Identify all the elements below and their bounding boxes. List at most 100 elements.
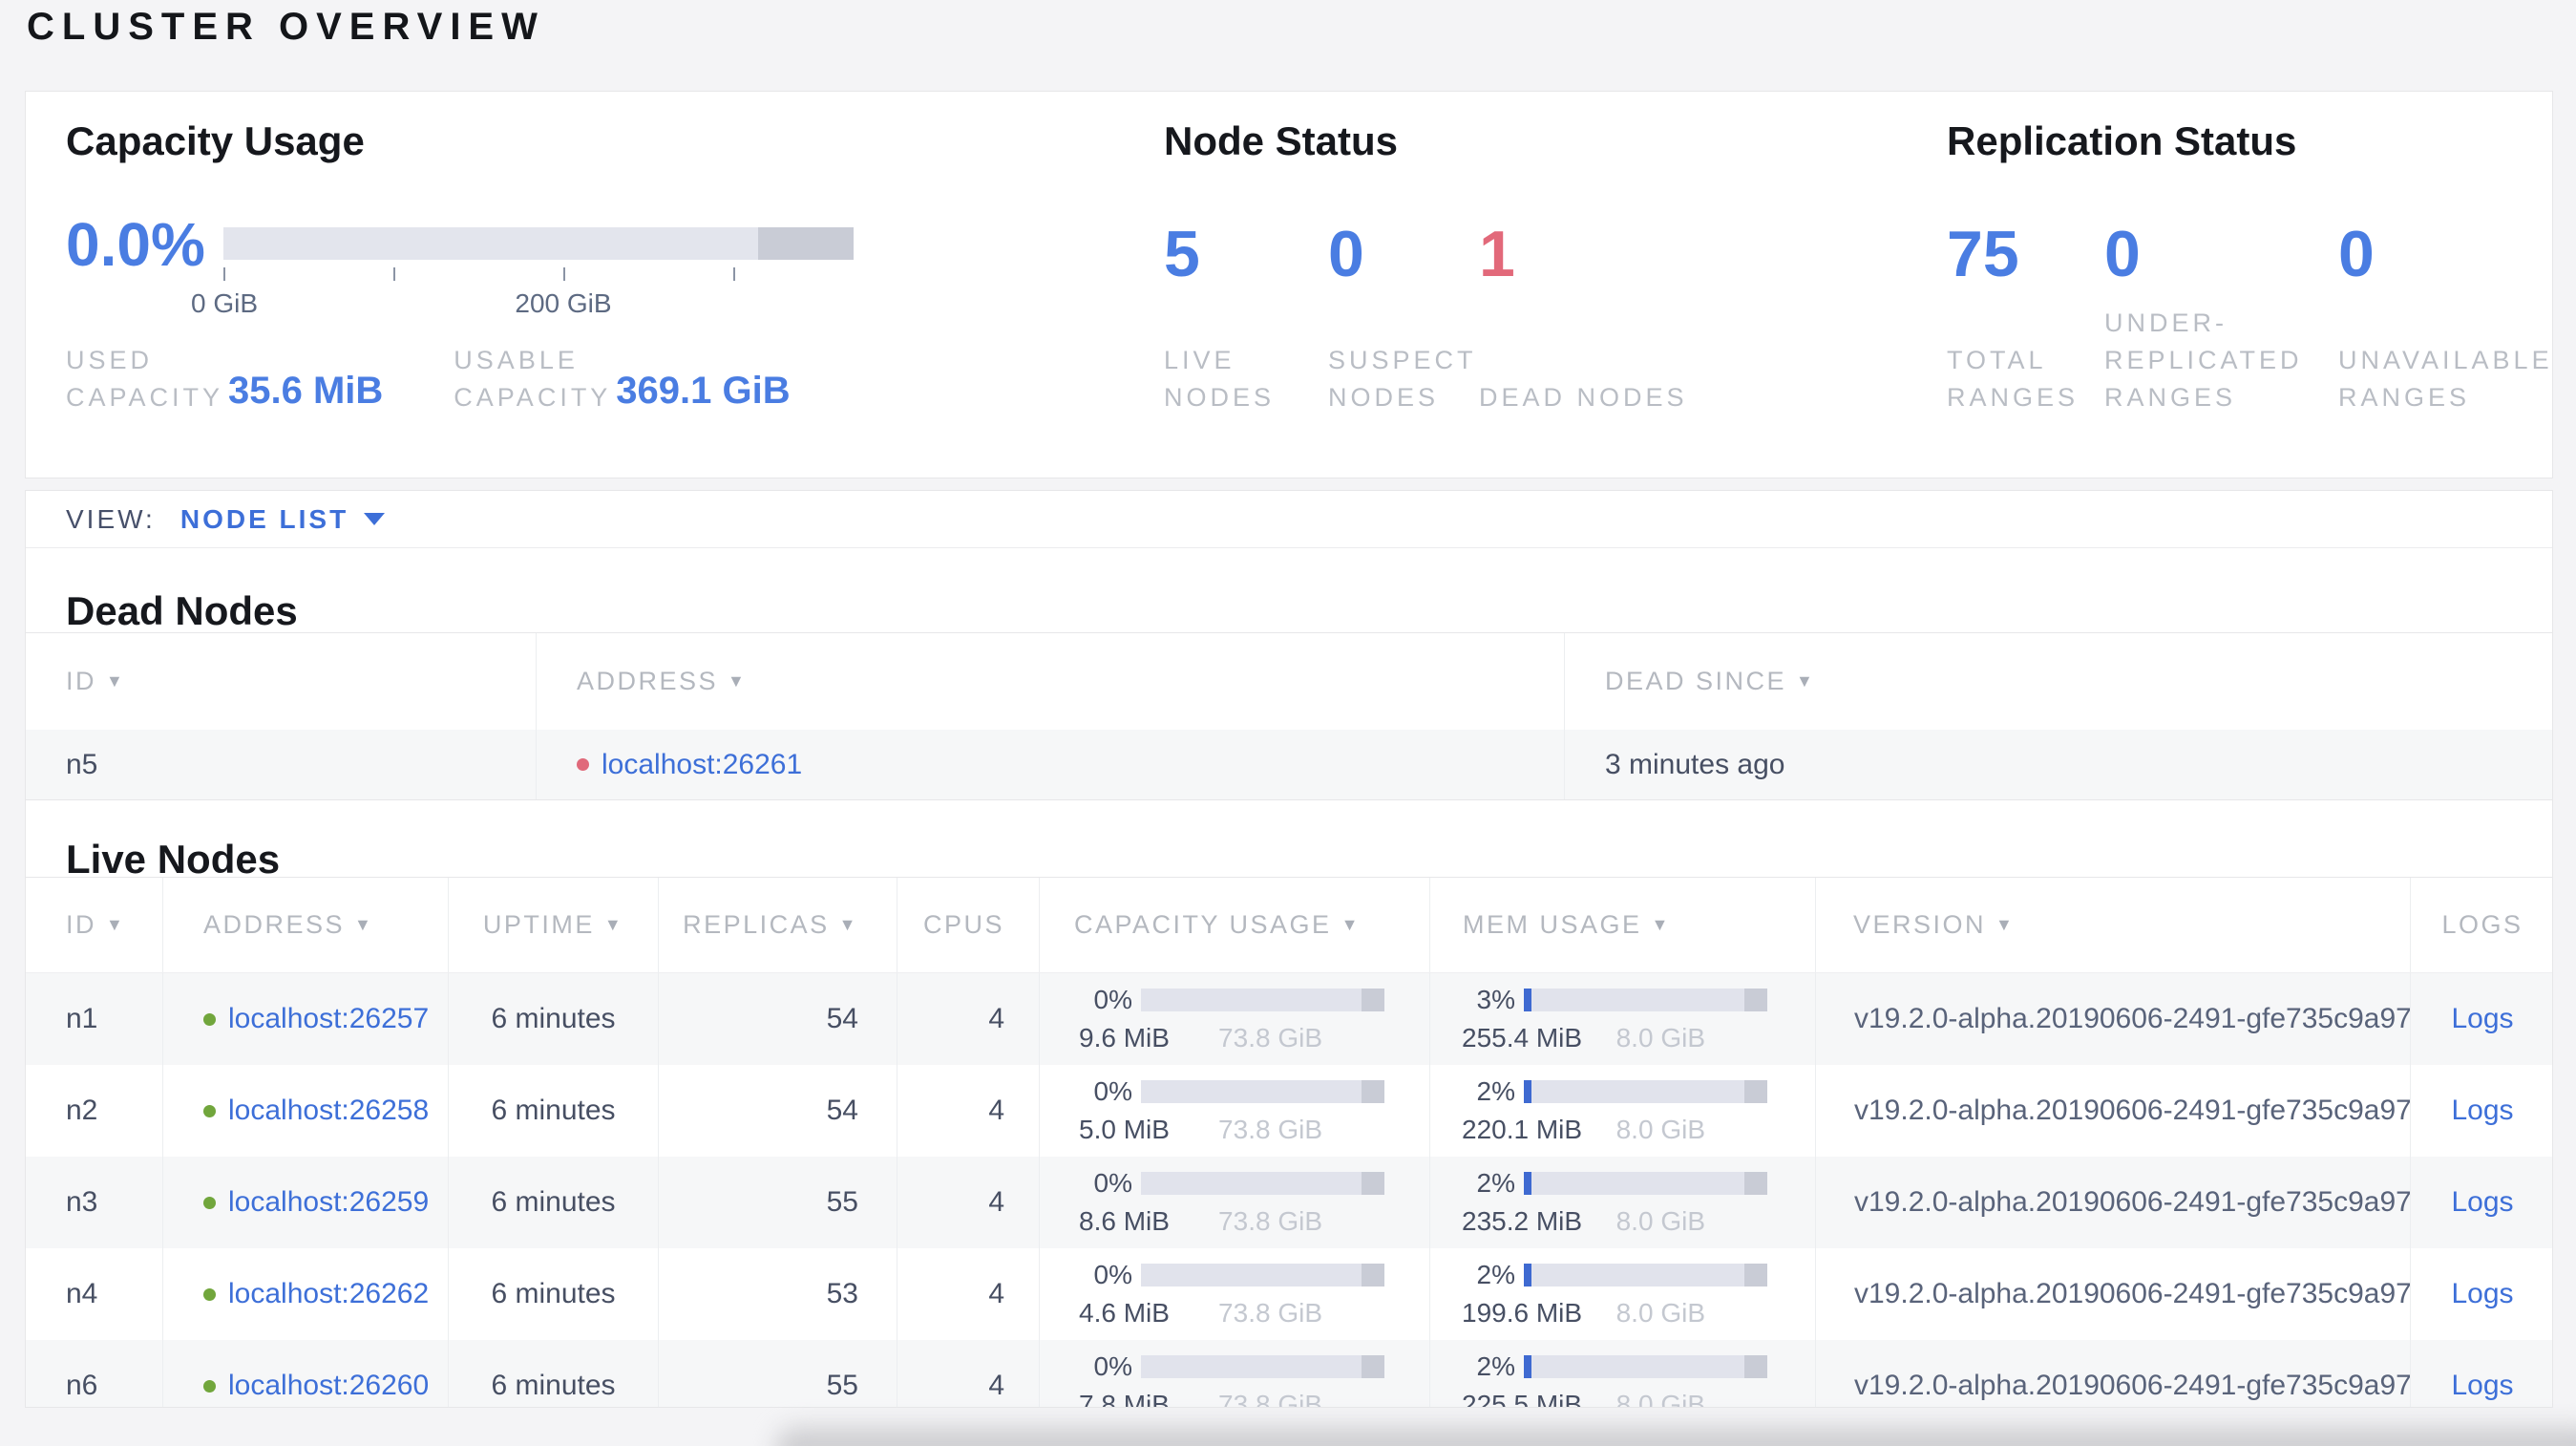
capacity-bar-track — [223, 227, 854, 260]
column-header-address[interactable]: ADDRESS ▼ — [163, 878, 449, 972]
memory-usage-cell: 2% 220.1 MiB 8.0 GiB — [1430, 1065, 1816, 1157]
logs-link[interactable]: Logs — [2451, 1003, 2513, 1035]
column-header-version[interactable]: VERSION ▼ — [1816, 878, 2411, 972]
column-header-replicas[interactable]: REPLICAS ▼ — [659, 878, 897, 972]
view-bar: VIEW: NODE LIST — [26, 491, 2552, 548]
replication-status-section: Replication Status 75 TOTAL RANGES 0 UND… — [1947, 118, 2549, 416]
uptime-cell: 6 minutes — [449, 1065, 659, 1157]
capacity-used-value: 9.6 MiB — [1079, 1023, 1170, 1053]
under-replicated-ranges-label: UNDER-REPLICATED RANGES — [2104, 308, 2303, 412]
capacity-usage-bar-other-segment — [1362, 1080, 1384, 1103]
memory-used-value: 220.1 MiB — [1462, 1115, 1583, 1144]
table-row: n2 localhost:26258 6 minutes 54 4 0% 5.0 MiB 73… — [26, 1065, 2552, 1157]
column-header-id[interactable]: ID ▼ — [26, 633, 537, 730]
capacity-usage-percent: 0% — [1093, 1351, 1132, 1381]
logs-cell: Logs — [2411, 1340, 2552, 1407]
logs-cell: Logs — [2411, 973, 2552, 1065]
uptime-cell: 6 minutes — [449, 1340, 659, 1407]
column-header-id[interactable]: ID ▼ — [26, 878, 163, 972]
cpus-cell: 4 — [897, 1248, 1040, 1340]
address-cell: localhost:26260 — [163, 1340, 449, 1407]
capacity-usage-bar — [1141, 1172, 1384, 1195]
total-ranges-stat: 75 TOTAL RANGES — [1947, 222, 2104, 416]
used-capacity-label: USED CAPACITY — [66, 345, 224, 412]
column-header-uptime[interactable]: UPTIME ▼ — [449, 878, 659, 972]
replicas-cell: 54 — [659, 1065, 897, 1157]
node-id: n4 — [66, 1278, 98, 1309]
dead-nodes-label: DEAD NODES — [1479, 382, 1688, 412]
logs-link[interactable]: Logs — [2451, 1278, 2513, 1310]
column-header-address[interactable]: ADDRESS ▼ — [537, 633, 1565, 730]
memory-usage-widget: 2% 225.5 MiB 8.0 GiB — [1462, 1351, 1767, 1408]
unavailable-ranges-count: 0 — [2338, 218, 2375, 290]
address-cell: localhost:26262 — [163, 1248, 449, 1340]
memory-usage-bar-fill — [1524, 1080, 1531, 1103]
logs-link[interactable]: Logs — [2451, 1095, 2513, 1127]
page-title: CLUSTER OVERVIEW — [27, 6, 545, 48]
column-header-capacity[interactable]: CAPACITY USAGE ▼ — [1040, 878, 1430, 972]
uptime-cell: 6 minutes — [449, 1248, 659, 1340]
chevron-down-icon — [364, 513, 386, 525]
memory-used-value: 235.2 MiB — [1462, 1206, 1583, 1236]
cpus-value: 4 — [988, 1278, 1004, 1309]
memory-usage-percent: 2% — [1476, 1168, 1515, 1198]
version-value: v19.2.0-alpha.20190606-2491-gfe735c9a97 — [1854, 1003, 2411, 1034]
replicas-value: 53 — [826, 1278, 858, 1309]
address-link[interactable]: localhost:26260 — [228, 1370, 429, 1402]
cpus-value: 4 — [988, 1095, 1004, 1126]
capacity-bar-other-segment — [758, 227, 854, 260]
view-selected-value[interactable]: NODE LIST — [180, 504, 348, 535]
live-nodes-table-body: n1 localhost:26257 6 minutes 54 4 0% 9.6 MiB 73… — [26, 973, 2552, 1408]
bottom-shadow — [775, 1427, 2576, 1446]
memory-usage-bar — [1524, 1172, 1767, 1195]
memory-usage-bar-other-segment — [1744, 1172, 1767, 1195]
address-cell: localhost:26257 — [163, 973, 449, 1065]
capacity-total-value: 73.8 GiB — [1218, 1298, 1322, 1328]
memory-usage-percent: 3% — [1476, 985, 1515, 1014]
address-link[interactable]: localhost:26262 — [228, 1278, 429, 1310]
capacity-total-value: 73.8 GiB — [1218, 1206, 1322, 1236]
table-row: n5 localhost:26261 3 minutes ago — [26, 730, 2552, 800]
version-value: v19.2.0-alpha.20190606-2491-gfe735c9a97 — [1854, 1186, 2411, 1218]
used-capacity-stat: USED CAPACITY 35.6 MiB — [66, 342, 383, 416]
sort-arrow-icon: ▼ — [603, 915, 624, 934]
address-link[interactable]: localhost:26257 — [228, 1003, 429, 1035]
capacity-usage-widget: 0% 4.6 MiB 73.8 GiB — [1079, 1260, 1384, 1329]
memory-usage-bar-other-segment — [1744, 989, 1767, 1011]
column-header-memory[interactable]: MEM USAGE ▼ — [1430, 878, 1816, 972]
under-replicated-ranges-count: 0 — [2104, 218, 2141, 290]
memory-usage-widget: 2% 199.6 MiB 8.0 GiB — [1462, 1260, 1767, 1329]
address-link[interactable]: localhost:26258 — [228, 1095, 429, 1127]
axis-tick — [393, 267, 395, 281]
nodes-card: VIEW: NODE LIST Dead Nodes ID ▼ ADDRESS ▼ DE… — [25, 490, 2553, 1408]
memory-usage-cell: 3% 255.4 MiB 8.0 GiB — [1430, 973, 1816, 1065]
logs-link[interactable]: Logs — [2451, 1186, 2513, 1219]
sort-arrow-icon: ▼ — [106, 671, 126, 691]
logs-link[interactable]: Logs — [2451, 1370, 2513, 1402]
live-nodes-count: 5 — [1164, 218, 1200, 290]
memory-total-value: 8.0 GiB — [1615, 1023, 1705, 1053]
cpus-value: 4 — [988, 1003, 1004, 1034]
view-selector[interactable]: NODE LIST — [180, 504, 386, 535]
memory-usage-bar-other-segment — [1744, 1355, 1767, 1378]
live-status-dot-icon — [203, 1379, 216, 1393]
node-id: n1 — [66, 1003, 98, 1034]
column-header-dead_since[interactable]: DEAD SINCE ▼ — [1565, 633, 2552, 730]
view-label: VIEW: — [66, 503, 156, 534]
table-row: n3 localhost:26259 6 minutes 55 4 0% 8.6 MiB 73… — [26, 1157, 2552, 1248]
dead-nodes-table-header: ID ▼ ADDRESS ▼ DEAD SINCE ▼ — [26, 632, 2552, 730]
id-cell: n5 — [26, 730, 537, 799]
address-link[interactable]: localhost:26261 — [602, 749, 802, 781]
address-link[interactable]: localhost:26259 — [228, 1186, 429, 1219]
dead-nodes-table: ID ▼ ADDRESS ▼ DEAD SINCE ▼ n5 localhost:26261… — [26, 632, 2552, 800]
replicas-value: 54 — [826, 1003, 858, 1034]
capacity-usage-widget: 0% 8.6 MiB 73.8 GiB — [1079, 1168, 1384, 1237]
table-row: n4 localhost:26262 6 minutes 53 4 0% 4.6 MiB 73… — [26, 1248, 2552, 1340]
live-nodes-table-header: ID ▼ ADDRESS ▼ UPTIME ▼ REPLICAS ▼ CPUS CAPACITY … — [26, 877, 2552, 973]
replicas-value: 54 — [826, 1095, 858, 1126]
memory-usage-percent: 2% — [1476, 1351, 1515, 1381]
capacity-usage-cell: 0% 4.6 MiB 73.8 GiB — [1040, 1248, 1430, 1340]
replicas-cell: 55 — [659, 1340, 897, 1407]
capacity-usage-bar — [1141, 1080, 1384, 1103]
memory-total-value: 8.0 GiB — [1615, 1390, 1705, 1408]
